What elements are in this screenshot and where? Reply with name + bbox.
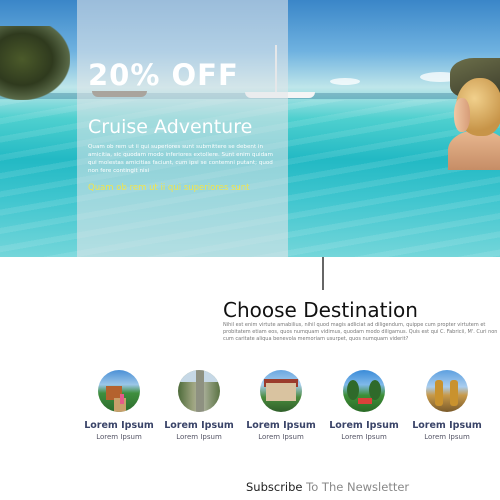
statue-shape xyxy=(435,380,443,406)
destination-list: Lorem Ipsum Lorem Ipsum Lorem Ipsum Lore… xyxy=(78,370,488,450)
card-title[interactable]: Lorem Ipsum xyxy=(158,420,240,431)
destination-thumbnail[interactable] xyxy=(426,370,468,412)
island-rock xyxy=(0,26,70,100)
people-shape xyxy=(358,398,372,404)
card-subtitle: Lorem Ipsum xyxy=(96,433,142,441)
card-subtitle: Lorem Ipsum xyxy=(341,433,387,441)
cloud xyxy=(330,78,360,85)
offer-headline: 20% OFF xyxy=(88,58,239,92)
newsletter-heading[interactable]: Subscribe To The Newsletter xyxy=(246,480,409,494)
hero-banner: 20% OFF Cruise Adventure Quam ob rem ut … xyxy=(0,0,500,257)
destination-card[interactable]: Lorem Ipsum Lorem Ipsum xyxy=(240,370,322,441)
promo-title: Cruise Adventure xyxy=(88,116,253,138)
destination-thumbnail[interactable] xyxy=(178,370,220,412)
card-title[interactable]: Lorem Ipsum xyxy=(240,420,322,431)
column-shape xyxy=(196,370,204,412)
destination-card[interactable]: Lorem Ipsum Lorem Ipsum xyxy=(158,370,240,441)
swimmer-shoulder xyxy=(448,130,500,170)
statue-shape xyxy=(450,380,458,406)
card-title[interactable]: Lorem Ipsum xyxy=(78,420,160,431)
person-shape xyxy=(120,394,124,404)
destination-thumbnail[interactable] xyxy=(260,370,302,412)
destination-thumbnail[interactable] xyxy=(343,370,385,412)
promo-description: Quam ob rem ut ii qui superiores sunt su… xyxy=(88,144,274,174)
tree-shape xyxy=(369,380,381,400)
destination-card[interactable]: Lorem Ipsum Lorem Ipsum xyxy=(406,370,488,441)
section-title: Choose Destination xyxy=(223,298,418,322)
swimmer xyxy=(448,78,500,170)
card-subtitle: Lorem Ipsum xyxy=(258,433,304,441)
newsletter-label-muted: To The Newsletter xyxy=(306,480,410,494)
card-subtitle: Lorem Ipsum xyxy=(176,433,222,441)
newsletter-label-strong: Subscribe xyxy=(246,480,303,494)
promo-link[interactable]: Quam ob rem ut ii qui superiores sunt xyxy=(88,183,249,193)
swimmer-face xyxy=(454,98,470,132)
destination-thumbnail[interactable] xyxy=(98,370,140,412)
connector-line xyxy=(322,257,324,290)
destination-card[interactable]: Lorem Ipsum Lorem Ipsum xyxy=(323,370,405,441)
tree-shape xyxy=(347,380,359,400)
card-title[interactable]: Lorem Ipsum xyxy=(323,420,405,431)
section-description: Nihil est enim virtute amabilius, nihil … xyxy=(223,322,498,342)
card-title[interactable]: Lorem Ipsum xyxy=(406,420,488,431)
destination-card[interactable]: Lorem Ipsum Lorem Ipsum xyxy=(78,370,160,441)
card-subtitle: Lorem Ipsum xyxy=(424,433,470,441)
building-shape xyxy=(266,383,296,401)
